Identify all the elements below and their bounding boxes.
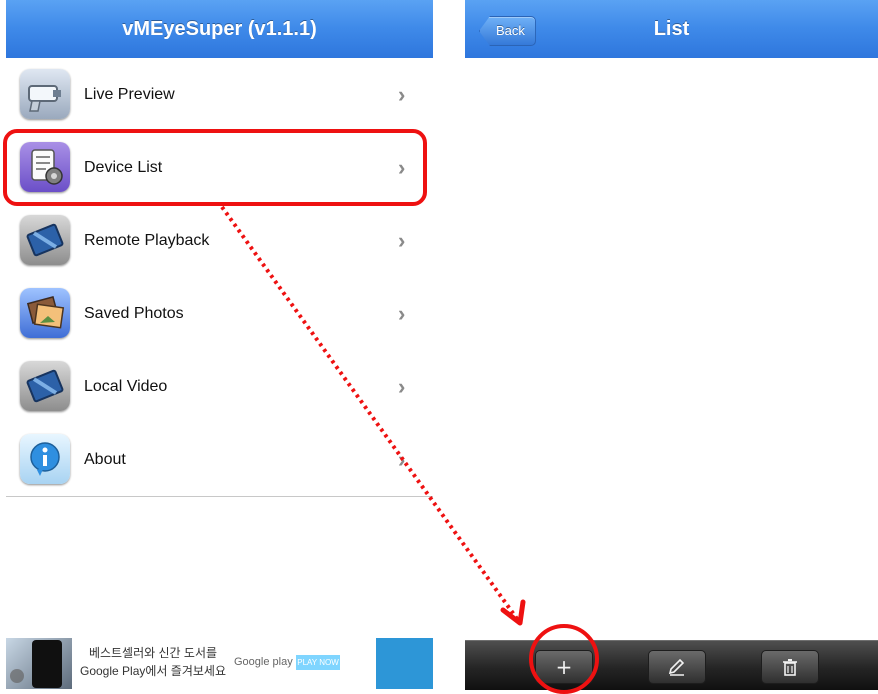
highlight-add-button-annotation xyxy=(529,624,599,694)
dotted-arrow-annotation xyxy=(220,205,526,626)
